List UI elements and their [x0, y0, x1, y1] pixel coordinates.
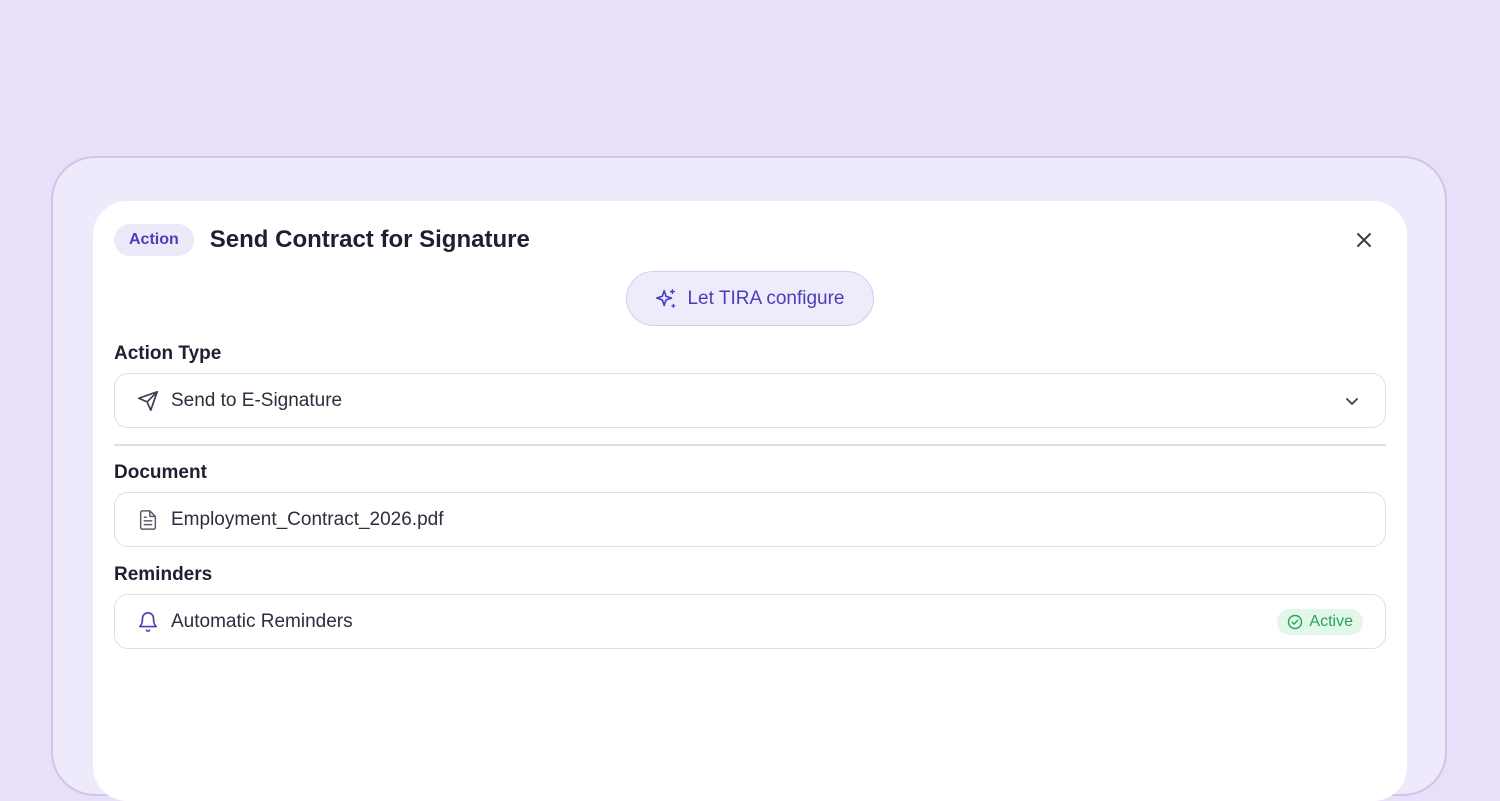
close-icon — [1357, 233, 1371, 247]
document-label: Document — [114, 462, 207, 483]
panel-title: Send Contract for Signature — [209, 226, 530, 253]
action-type-label: Action Type — [114, 343, 222, 364]
status-badge: Active — [1277, 608, 1363, 635]
sparkle-icon — [656, 288, 676, 308]
action-type-select[interactable]: Send to E-Signature — [114, 373, 1386, 428]
bell-icon — [137, 611, 159, 633]
reminders-label: Reminders — [114, 564, 213, 585]
let-tira-configure-label: Let TIRA configure — [687, 287, 845, 309]
reminders-field[interactable]: Automatic Reminders Active — [114, 594, 1386, 649]
section-divider — [114, 444, 1386, 446]
reminders-value: Automatic Reminders — [171, 610, 353, 632]
close-button[interactable] — [1352, 228, 1376, 252]
status-label: Active — [1309, 612, 1353, 630]
let-tira-configure-button[interactable]: Let TIRA configure — [626, 271, 874, 326]
send-icon — [137, 390, 159, 412]
action-type-value: Send to E-Signature — [171, 389, 343, 411]
action-badge: Action — [114, 224, 194, 256]
chevron-down-icon — [1341, 390, 1363, 412]
check-circle-icon — [1288, 614, 1303, 629]
file-icon — [137, 509, 159, 531]
document-field[interactable]: Employment_Contract_2026.pdf — [114, 492, 1386, 547]
document-value: Employment_Contract_2026.pdf — [171, 508, 444, 530]
panel-header: Action Send Contract for Signature — [114, 223, 530, 257]
